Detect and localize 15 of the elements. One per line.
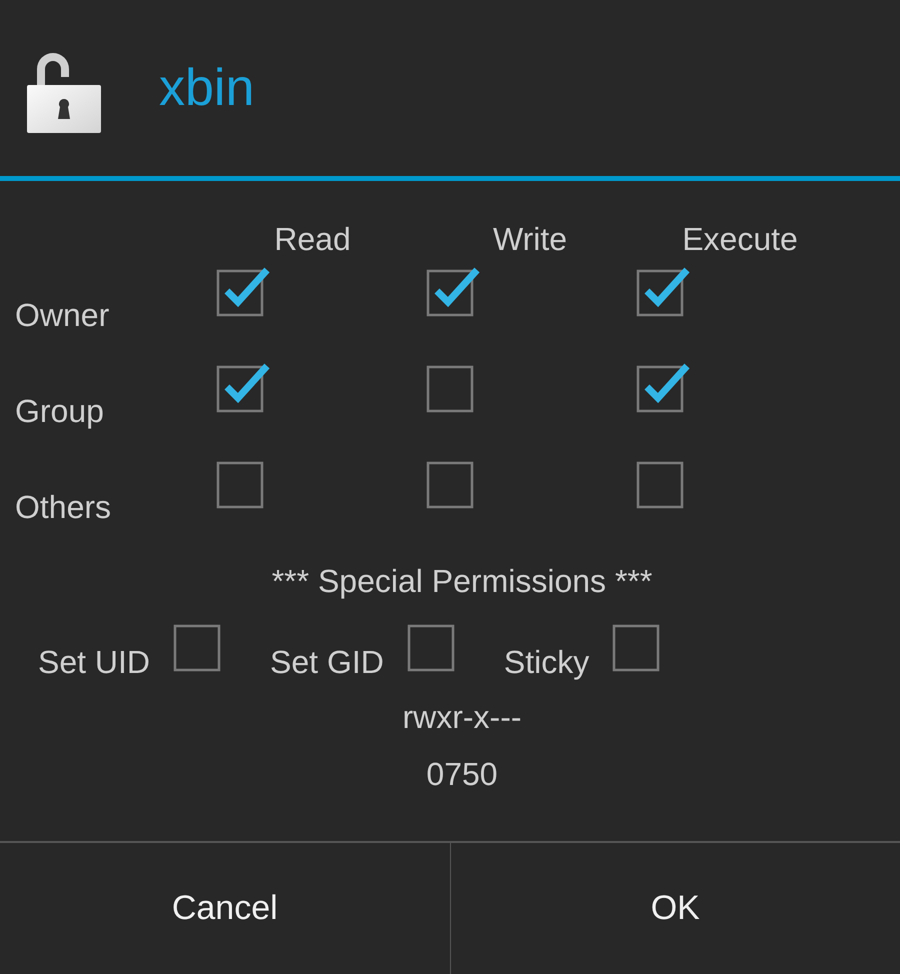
symbolic-permissions: rwxr-x--- — [401, 699, 523, 736]
octal-permissions: 0750 — [425, 756, 499, 793]
column-header: Read — [273, 221, 352, 259]
checkbox-label: Set GID — [270, 643, 384, 681]
checkbox-label: Sticky — [504, 643, 590, 681]
cancel-button[interactable]: Cancel — [0, 843, 450, 974]
checkbox-label: Set UID — [38, 643, 150, 681]
row-label: Owner — [15, 296, 110, 335]
column-header: Execute — [681, 221, 799, 259]
row-label: Others — [15, 488, 112, 527]
column-header: Write — [492, 221, 568, 259]
section-heading: *** Special Permissions *** — [270, 563, 654, 600]
dialog-title: xbin — [159, 58, 254, 118]
ok-button[interactable]: OK — [450, 843, 900, 974]
row-label: Group — [15, 392, 105, 431]
